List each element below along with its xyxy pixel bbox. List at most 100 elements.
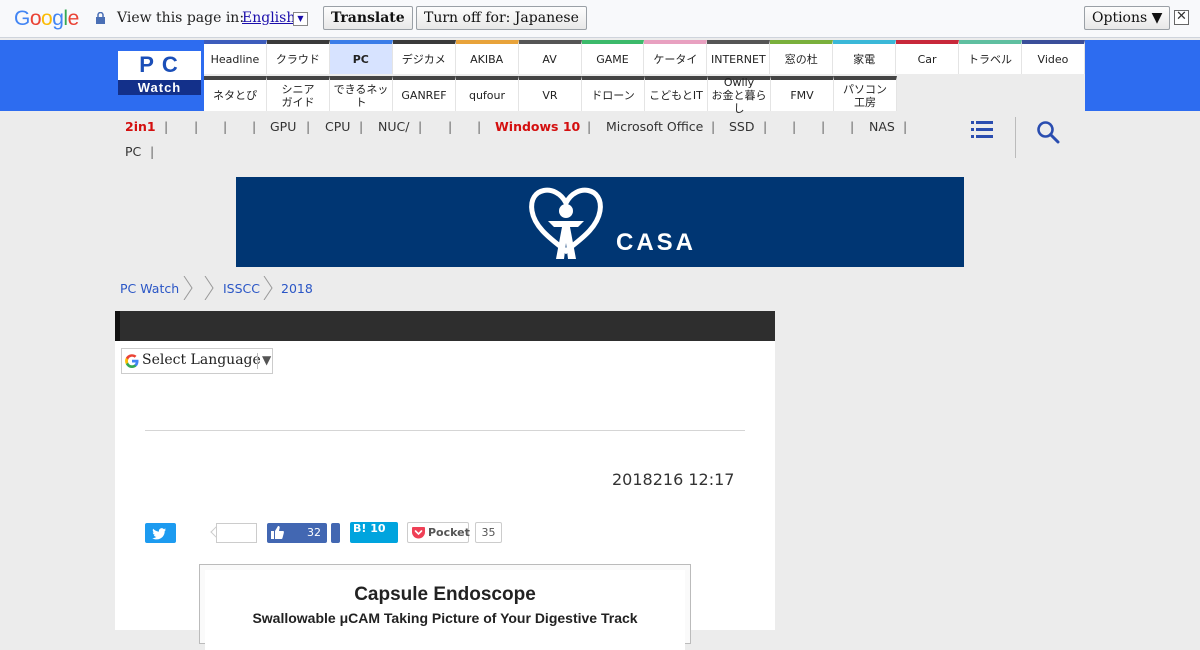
nav-tab-nav_row1-10[interactable]: 家電 bbox=[833, 40, 897, 74]
separator: | bbox=[477, 119, 482, 134]
separator: | bbox=[850, 119, 855, 134]
nav-tab-nav_row1-12[interactable]: トラベル bbox=[959, 40, 1022, 74]
category-nav: Headline クラウド PC デジカメ AKIBA AV GAME ケータイ INTERNE… bbox=[204, 40, 1085, 115]
logo-watch: Watch bbox=[118, 80, 201, 95]
separator: | bbox=[150, 144, 155, 159]
language-dropdown-icon[interactable]: ▼ bbox=[293, 12, 308, 26]
close-icon[interactable]: ✕ bbox=[1174, 10, 1189, 25]
nav-tab-nav_row2-8[interactable]: Owlly お金と暮らし bbox=[708, 76, 771, 115]
nav-tab-nav_row2-9[interactable]: FMV bbox=[771, 76, 834, 111]
facebook-share-button[interactable] bbox=[331, 523, 340, 543]
separator: | bbox=[223, 119, 228, 134]
nav-tab-nav_row1-9[interactable]: 窓の杜 bbox=[770, 40, 834, 74]
twitter-share-button[interactable] bbox=[145, 523, 176, 543]
chevron-right-icon bbox=[204, 276, 214, 300]
nav-tab-nav_row2-6[interactable]: ドローン bbox=[582, 76, 645, 111]
article-container: Select Language ▼ 2018216 12:17 32 B! 10… bbox=[115, 311, 775, 650]
ad-banner[interactable]: CASA bbox=[236, 177, 964, 267]
translate-button[interactable]: Translate bbox=[323, 6, 413, 30]
facebook-like-button[interactable]: 32 bbox=[267, 523, 327, 543]
divider bbox=[257, 353, 258, 369]
figure-title: Capsule Endoscope bbox=[354, 584, 536, 605]
keyword-cpu[interactable]: CPU bbox=[325, 119, 350, 134]
breadcrumb-2018[interactable]: 2018 bbox=[281, 281, 313, 296]
nav-tab-nav_row1-13[interactable]: Video bbox=[1021, 40, 1085, 74]
chevron-right-icon bbox=[263, 276, 273, 300]
nav-tab-nav_row2-0[interactable]: ネタとぴ bbox=[204, 76, 267, 111]
keyword-windows-10[interactable]: Windows 10 bbox=[495, 119, 580, 134]
divider bbox=[145, 430, 745, 431]
pocket-button[interactable]: Pocket bbox=[407, 522, 470, 543]
nav-tab-nav_row2-1[interactable]: シニア ガイド bbox=[267, 76, 330, 111]
separator: | bbox=[587, 119, 592, 134]
turn-off-button[interactable]: Turn off for: Japanese bbox=[416, 6, 587, 30]
keyword-nuc[interactable]: NUC/ bbox=[378, 119, 409, 134]
pocket-label: Pocket bbox=[428, 526, 470, 539]
nav-tab-nav_row2-3[interactable]: GANREF bbox=[393, 76, 456, 111]
nav-tab-nav_row1-5[interactable]: AV bbox=[518, 40, 582, 74]
casa-heart-logo bbox=[529, 187, 603, 259]
select-language-dropdown[interactable]: Select Language ▼ bbox=[121, 348, 273, 374]
dropdown-arrow-icon: ▼ bbox=[262, 353, 272, 367]
separator: | bbox=[711, 119, 716, 134]
keyword-2in1[interactable]: 2in1 bbox=[125, 119, 156, 134]
nav-tab-nav_row2-2[interactable]: できるネット bbox=[330, 76, 393, 111]
breadcrumb-home[interactable]: PC Watch bbox=[120, 281, 179, 296]
separator: | bbox=[792, 119, 797, 134]
facebook-like-count: 32 bbox=[307, 526, 321, 539]
nav-tab-nav_row1-0[interactable]: Headline bbox=[204, 40, 267, 74]
twitter-bird-icon bbox=[152, 528, 166, 540]
nav-tab-nav_row1-11[interactable]: Car bbox=[896, 40, 960, 74]
article-title-bar bbox=[115, 311, 775, 341]
nav-tab-nav_row1-3[interactable]: デジカメ bbox=[392, 40, 456, 74]
pocket-icon bbox=[412, 527, 425, 539]
article-figure[interactable]: Capsule Endoscope Swallowable μCAM Takin… bbox=[199, 564, 691, 650]
separator: | bbox=[763, 119, 768, 134]
hatena-bookmark-count: B! 10 bbox=[353, 522, 386, 535]
keyword-ssd[interactable]: SSD bbox=[729, 119, 755, 134]
google-g-icon bbox=[125, 354, 139, 368]
separator: | bbox=[252, 119, 257, 134]
translate-language-link[interactable]: English bbox=[242, 10, 295, 26]
nav-row-secondary: ネタとぴ シニア ガイド できるネット GANREF qufour VR ドローン こどもとI… bbox=[204, 76, 1085, 115]
separator: | bbox=[821, 119, 826, 134]
translate-prompt: View this page in: bbox=[117, 10, 245, 26]
google-logo: Google bbox=[14, 7, 79, 30]
nav-tab-nav_row2-5[interactable]: VR bbox=[519, 76, 582, 111]
menu-icon[interactable] bbox=[971, 121, 993, 139]
options-button[interactable]: Options ▼ bbox=[1084, 6, 1171, 30]
site-logo[interactable]: PC Watch bbox=[118, 51, 201, 95]
nav-tab-nav_row1-4[interactable]: AKIBA bbox=[455, 40, 519, 74]
breadcrumb-isscc[interactable]: ISSCC bbox=[223, 281, 260, 296]
nav-tab-nav_row1-1[interactable]: クラウド bbox=[266, 40, 330, 74]
keyword-gpu[interactable]: GPU bbox=[270, 119, 296, 134]
separator: | bbox=[448, 119, 453, 134]
keyword-microsoft-office[interactable]: Microsoft Office bbox=[606, 119, 703, 134]
nav-tab-nav_row2-10[interactable]: パソコン 工房 bbox=[834, 76, 897, 111]
thumbs-up-icon bbox=[271, 526, 284, 539]
nav-tab-nav_row2-4[interactable]: qufour bbox=[456, 76, 519, 111]
nav-tab-nav_row2-7[interactable]: こどもとIT bbox=[645, 76, 708, 111]
chevron-right-icon bbox=[183, 276, 193, 300]
figure-subtitle: Swallowable μCAM Taking Picture of Your … bbox=[252, 610, 638, 626]
separator: | bbox=[903, 119, 908, 134]
nav-tab-nav_row1-2[interactable]: PC bbox=[329, 40, 393, 74]
lock-icon bbox=[96, 12, 105, 24]
separator: | bbox=[194, 119, 199, 134]
separator: | bbox=[164, 119, 169, 134]
tweet-count bbox=[216, 523, 257, 543]
nav-row-primary: Headline クラウド PC デジカメ AKIBA AV GAME ケータイ INTERNE… bbox=[204, 40, 1085, 74]
search-icon[interactable] bbox=[1036, 120, 1060, 144]
separator: | bbox=[418, 119, 423, 134]
article-date: 2018216 12:17 bbox=[612, 470, 735, 489]
logo-pc: PC bbox=[139, 52, 186, 77]
nav-tab-nav_row1-8[interactable]: INTERNET bbox=[707, 40, 771, 74]
hatena-bookmark-button[interactable]: B! 10 bbox=[350, 522, 398, 543]
keyword-pc[interactable]: PC bbox=[125, 144, 141, 159]
nav-tab-nav_row1-7[interactable]: ケータイ bbox=[644, 40, 708, 74]
figure-slide: Capsule Endoscope Swallowable μCAM Takin… bbox=[205, 570, 685, 650]
nav-tab-nav_row1-6[interactable]: GAME bbox=[581, 40, 645, 74]
divider bbox=[1015, 117, 1016, 158]
select-language-label: Select Language bbox=[142, 352, 261, 368]
keyword-nas[interactable]: NAS bbox=[869, 119, 895, 134]
